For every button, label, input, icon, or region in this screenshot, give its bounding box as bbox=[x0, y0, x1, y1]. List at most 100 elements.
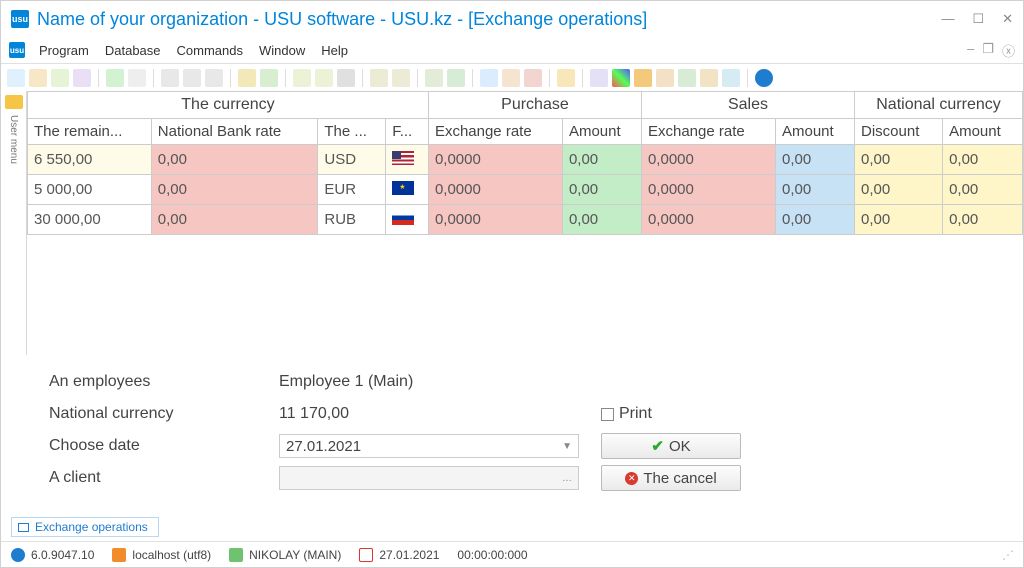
cell[interactable]: 0,00 bbox=[562, 145, 641, 175]
cell[interactable]: 0,0000 bbox=[428, 145, 562, 175]
col-cur[interactable]: The ... bbox=[318, 119, 386, 145]
cell[interactable]: 0,00 bbox=[855, 175, 943, 205]
table-row[interactable]: 5 000,000,00EUR0,00000,000,00000,000,000… bbox=[28, 175, 1023, 205]
col-discount[interactable]: Discount bbox=[855, 119, 943, 145]
cell[interactable] bbox=[386, 205, 429, 235]
mdi-close-icon[interactable]: ⓧ bbox=[1002, 41, 1015, 60]
cell[interactable]: 0,0000 bbox=[641, 175, 775, 205]
menu-help[interactable]: Help bbox=[313, 40, 356, 61]
group-currency[interactable]: The currency bbox=[28, 92, 429, 119]
window-icon[interactable] bbox=[480, 69, 498, 87]
cell[interactable]: 0,00 bbox=[943, 145, 1023, 175]
open-icon[interactable] bbox=[29, 69, 47, 87]
export-word-icon[interactable] bbox=[425, 69, 443, 87]
table-row[interactable]: 6 550,000,00USD0,00000,000,00000,000,000… bbox=[28, 145, 1023, 175]
tools-icon[interactable] bbox=[502, 69, 520, 87]
col-remain[interactable]: The remain... bbox=[28, 119, 152, 145]
thumbs-up-icon[interactable] bbox=[557, 69, 575, 87]
pin-icon[interactable] bbox=[722, 69, 740, 87]
client-label: A client bbox=[49, 469, 279, 487]
collapse-icon[interactable] bbox=[337, 69, 355, 87]
resize-grip-icon[interactable]: ⋰ bbox=[1002, 548, 1013, 562]
print-checkbox[interactable]: Print bbox=[601, 405, 652, 423]
sidebar[interactable]: User menu bbox=[1, 91, 27, 355]
copy-icon[interactable] bbox=[73, 69, 91, 87]
cell[interactable]: 0,00 bbox=[943, 175, 1023, 205]
cell[interactable]: 0,00 bbox=[562, 175, 641, 205]
maximize-icon[interactable]: ☐ bbox=[972, 11, 984, 27]
menu-program[interactable]: Program bbox=[31, 40, 97, 61]
exit-icon[interactable] bbox=[524, 69, 542, 87]
col-pamount[interactable]: Amount bbox=[562, 119, 641, 145]
users-icon[interactable] bbox=[700, 69, 718, 87]
cell[interactable]: 0,00 bbox=[151, 205, 318, 235]
col-samount[interactable]: Amount bbox=[775, 119, 854, 145]
menu-commands[interactable]: Commands bbox=[169, 40, 251, 61]
cell[interactable]: 5 000,00 bbox=[28, 175, 152, 205]
save-icon[interactable] bbox=[51, 69, 69, 87]
close-icon[interactable]: ✕ bbox=[1002, 11, 1013, 27]
minimize-icon[interactable]: — bbox=[941, 11, 954, 27]
cell[interactable]: 0,00 bbox=[775, 145, 854, 175]
color-wheel-icon[interactable] bbox=[612, 69, 630, 87]
cancel-button[interactable]: ✕ The cancel bbox=[601, 465, 741, 491]
col-flag[interactable]: F... bbox=[386, 119, 429, 145]
filter-icon[interactable] bbox=[161, 69, 179, 87]
cell[interactable]: 0,00 bbox=[151, 175, 318, 205]
add-right-icon[interactable] bbox=[392, 69, 410, 87]
grid-select-icon[interactable] bbox=[315, 69, 333, 87]
col-srate[interactable]: Exchange rate bbox=[641, 119, 775, 145]
filter-fields-icon[interactable] bbox=[205, 69, 223, 87]
cell[interactable] bbox=[386, 145, 429, 175]
lock-icon[interactable] bbox=[656, 69, 674, 87]
export-excel-icon[interactable] bbox=[447, 69, 465, 87]
group-national[interactable]: National currency bbox=[855, 92, 1023, 119]
cell[interactable]: 30 000,00 bbox=[28, 205, 152, 235]
client-picker[interactable]: … bbox=[279, 466, 579, 490]
cell[interactable]: RUB bbox=[318, 205, 386, 235]
search-icon[interactable] bbox=[128, 69, 146, 87]
cell[interactable] bbox=[386, 175, 429, 205]
status-time: 00:00:00:000 bbox=[457, 548, 527, 562]
image-icon[interactable] bbox=[260, 69, 278, 87]
cancel-icon: ✕ bbox=[625, 472, 638, 485]
cell[interactable]: 0,00 bbox=[562, 205, 641, 235]
new-icon[interactable] bbox=[7, 69, 25, 87]
table-row[interactable]: 30 000,000,00RUB0,00000,000,00000,000,00… bbox=[28, 205, 1023, 235]
cell[interactable]: 0,0000 bbox=[641, 205, 775, 235]
currency-grid[interactable]: The currency Purchase Sales National cur… bbox=[27, 91, 1023, 355]
cell[interactable]: EUR bbox=[318, 175, 386, 205]
gear-icon[interactable] bbox=[590, 69, 608, 87]
col-prate[interactable]: Exchange rate bbox=[428, 119, 562, 145]
mdi-restore-icon[interactable]: ❐ bbox=[982, 41, 994, 60]
cell[interactable]: 0,0000 bbox=[428, 175, 562, 205]
cell[interactable]: 0,00 bbox=[855, 145, 943, 175]
date-picker[interactable]: 27.01.2021 ▼ bbox=[279, 434, 579, 458]
cell[interactable]: 0,00 bbox=[943, 205, 1023, 235]
cell[interactable]: 0,00 bbox=[855, 205, 943, 235]
cell[interactable]: 0,0000 bbox=[428, 205, 562, 235]
menu-window[interactable]: Window bbox=[251, 40, 313, 61]
cell[interactable]: 0,00 bbox=[151, 145, 318, 175]
cell[interactable]: 0,0000 bbox=[641, 145, 775, 175]
group-sales[interactable]: Sales bbox=[641, 92, 854, 119]
mdi-minimize-icon[interactable]: – bbox=[967, 41, 974, 60]
cell[interactable]: 6 550,00 bbox=[28, 145, 152, 175]
add-left-icon[interactable] bbox=[370, 69, 388, 87]
grid-icon[interactable] bbox=[293, 69, 311, 87]
user-icon[interactable] bbox=[678, 69, 696, 87]
info-icon[interactable] bbox=[755, 69, 773, 87]
filter-clear-icon[interactable] bbox=[183, 69, 201, 87]
menu-database[interactable]: Database bbox=[97, 40, 169, 61]
flag-icon[interactable] bbox=[238, 69, 256, 87]
col-nbrate[interactable]: National Bank rate bbox=[151, 119, 318, 145]
rss-icon[interactable] bbox=[634, 69, 652, 87]
cell[interactable]: USD bbox=[318, 145, 386, 175]
col-namount[interactable]: Amount bbox=[943, 119, 1023, 145]
cell[interactable]: 0,00 bbox=[775, 175, 854, 205]
ok-button[interactable]: ✔ OK bbox=[601, 433, 741, 459]
cell[interactable]: 0,00 bbox=[775, 205, 854, 235]
group-purchase[interactable]: Purchase bbox=[428, 92, 641, 119]
refresh-icon[interactable] bbox=[106, 69, 124, 87]
tab-exchange-operations[interactable]: Exchange operations bbox=[11, 517, 159, 537]
